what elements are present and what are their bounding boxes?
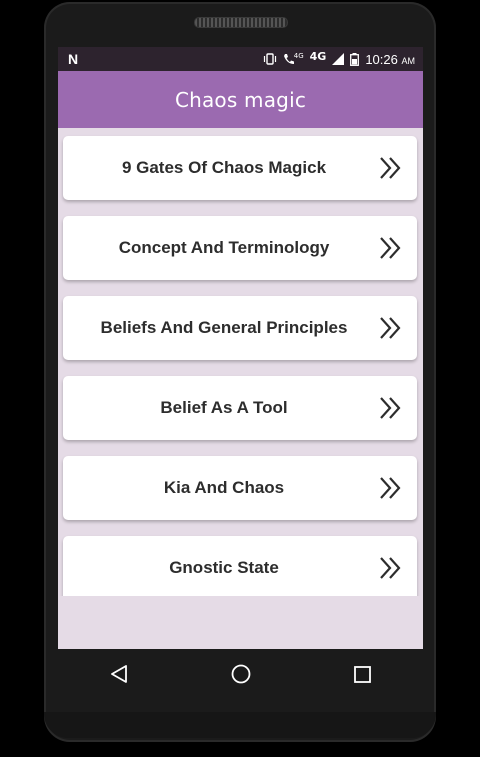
double-chevron-right-icon <box>380 397 401 419</box>
speaker-grille <box>194 17 288 28</box>
back-triangle-icon[interactable] <box>110 665 128 683</box>
phone-chin <box>44 712 436 738</box>
status-icons: 4G 4G 10:26 AM <box>263 49 415 67</box>
double-chevron-right-icon <box>380 477 401 499</box>
topic-label: Beliefs And General Principles <box>100 318 348 337</box>
signal-icon <box>332 53 345 65</box>
topic-card-gnostic[interactable]: Gnostic State <box>63 536 417 600</box>
topic-label: Concept And Terminology <box>118 238 330 257</box>
network-type-label: 4G <box>309 49 327 63</box>
recents-square-icon[interactable] <box>354 665 372 683</box>
navigation-bar <box>58 649 423 699</box>
app-bar: Chaos magic <box>58 71 423 128</box>
vibrate-icon <box>263 53 276 65</box>
call-network-label: 4G <box>293 52 304 60</box>
home-circle-icon[interactable] <box>231 664 251 684</box>
double-chevron-right-icon <box>380 557 401 579</box>
double-chevron-right-icon <box>380 157 401 179</box>
topic-card-9-gates[interactable]: 9 Gates Of Chaos Magick <box>63 136 417 200</box>
status-clock: 10:26 AM <box>365 52 415 67</box>
clock-ampm: AM <box>401 55 416 66</box>
clock-time: 10:26 <box>365 51 398 67</box>
topic-label: Kia And Chaos <box>163 478 285 497</box>
topic-card-kia[interactable]: Kia And Chaos <box>63 456 417 520</box>
screen: N 4G 4G 10:26 AM Chaos magic 9 Gates Of … <box>58 47 423 649</box>
topic-list: 9 Gates Of Chaos Magick Concept And Term… <box>58 128 423 600</box>
status-bar: N 4G 4G 10:26 AM <box>58 47 423 71</box>
topic-card-beliefs[interactable]: Beliefs And General Principles <box>63 296 417 360</box>
topic-card-belief-tool[interactable]: Belief As A Tool <box>63 376 417 440</box>
topic-label: Gnostic State <box>169 558 279 577</box>
double-chevron-right-icon <box>380 317 401 339</box>
topic-label: 9 Gates Of Chaos Magick <box>121 158 327 177</box>
notification-n-icon: N <box>68 51 79 67</box>
topic-card-concept[interactable]: Concept And Terminology <box>63 216 417 280</box>
battery-icon <box>350 52 360 66</box>
list-clip-overlay <box>58 596 423 649</box>
double-chevron-right-icon <box>380 237 401 259</box>
app-title: Chaos magic <box>174 87 307 112</box>
topic-label: Belief As A Tool <box>160 398 288 417</box>
call-network-icon: 4G <box>283 53 304 65</box>
